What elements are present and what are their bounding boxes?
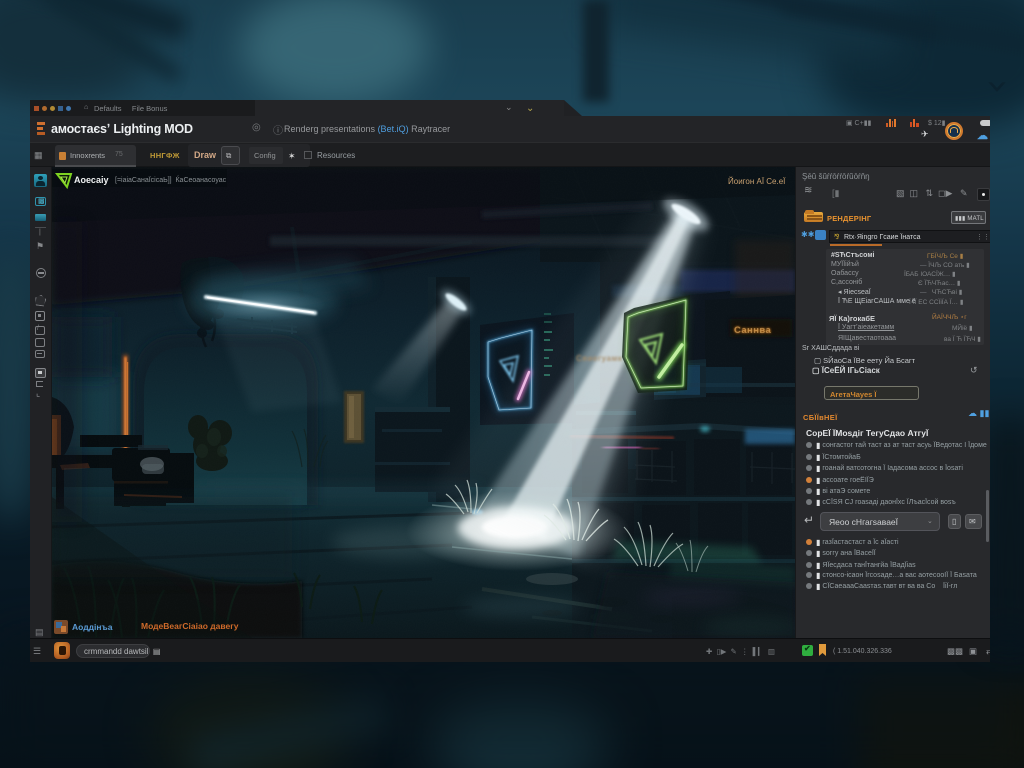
svg-text:[=іаіаСанаЇсісаЬ]] ЌаСеоанасо: [=іаіаСанаЇсісаЬ]] ЌаСеоанасоуас: [115, 175, 227, 184]
svg-text:Аоддінъа: Аоддінъа: [72, 622, 113, 632]
svg-text:Аоесаіу: Аоесаіу: [74, 175, 109, 185]
svg-text:МодеВеагСіаіао давегу: МодеВеагСіаіао давегу: [141, 621, 239, 631]
svg-text:Йоигон АЇ Се.еЇ: Йоигон АЇ Се.еЇ: [728, 177, 786, 186]
